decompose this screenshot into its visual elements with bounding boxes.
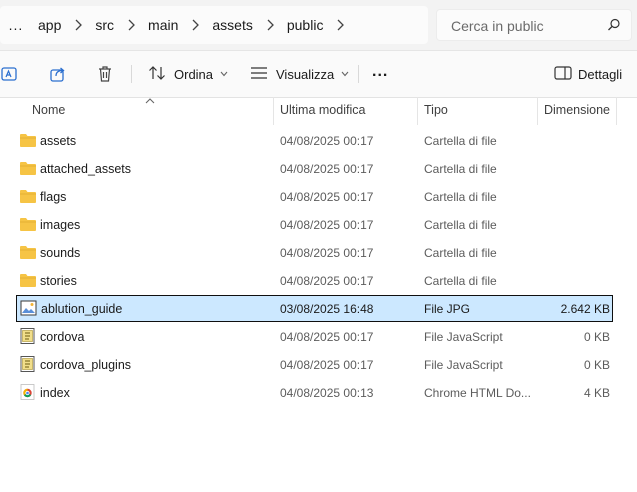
chevron-right-icon[interactable] [261, 19, 279, 31]
breadcrumb-item-main[interactable]: main [140, 17, 186, 33]
address-bar: ... app src main assets public [0, 0, 637, 51]
folder-icon [19, 244, 37, 260]
file-name: attached_assets [40, 162, 132, 176]
file-type: Chrome HTML Do... [424, 386, 531, 400]
file-row[interactable]: cordova_plugins 04/08/2025 00:17 File Ja… [16, 352, 613, 378]
details-pane-icon [554, 65, 572, 83]
sort-icon [148, 65, 166, 84]
file-row[interactable]: sounds 04/08/2025 00:17 Cartella di file [16, 240, 613, 266]
view-button[interactable]: Visualizza [250, 63, 349, 85]
file-name: sounds [40, 246, 81, 260]
file-modified: 04/08/2025 00:17 [280, 330, 374, 344]
file-modified: 04/08/2025 00:17 [280, 218, 374, 232]
file-row[interactable]: assets 04/08/2025 00:17 Cartella di file [16, 128, 613, 154]
javascript-file-icon [19, 328, 37, 344]
folder-icon [19, 272, 37, 288]
view-label: Visualizza [276, 66, 335, 82]
file-size: 0 KB [583, 330, 610, 344]
file-row[interactable]: index 04/08/2025 00:13 Chrome HTML Do...… [16, 380, 613, 406]
folder-icon [19, 132, 37, 148]
sort-button[interactable]: Ordina [148, 63, 228, 85]
toolbar-divider [131, 65, 132, 83]
file-size: 4 KB [583, 386, 610, 400]
file-row[interactable]: cordova 04/08/2025 00:17 File JavaScript… [16, 324, 613, 350]
share-icon[interactable] [48, 64, 68, 84]
column-header-name[interactable]: Nome [32, 103, 65, 117]
file-type: Cartella di file [424, 246, 497, 260]
file-name: cordova [40, 330, 85, 344]
file-name: ablution_guide [41, 302, 123, 316]
more-options-button[interactable]: ... [372, 61, 388, 83]
file-modified: 03/08/2025 16:48 [280, 302, 374, 316]
file-type: Cartella di file [424, 134, 497, 148]
file-name: images [40, 218, 81, 232]
file-type: Cartella di file [424, 274, 497, 288]
column-header-type[interactable]: Tipo [424, 103, 448, 117]
file-row[interactable]: images 04/08/2025 00:17 Cartella di file [16, 212, 613, 238]
chevron-right-icon[interactable] [122, 19, 140, 31]
file-row-selected[interactable]: ablution_guide 03/08/2025 16:48 File JPG… [16, 295, 613, 322]
chevron-right-icon[interactable] [186, 19, 204, 31]
file-modified: 04/08/2025 00:17 [280, 246, 374, 260]
file-type: Cartella di file [424, 218, 497, 232]
file-size: 0 KB [583, 358, 610, 372]
command-bar: Ordina Visualizza ... Dettagli [0, 51, 637, 98]
file-modified: 04/08/2025 00:17 [280, 274, 374, 288]
column-divider[interactable] [273, 97, 274, 125]
file-name: index [40, 386, 70, 400]
file-name: assets [40, 134, 77, 148]
chevron-down-icon [341, 71, 349, 77]
file-row[interactable]: attached_assets 04/08/2025 00:17 Cartell… [16, 156, 613, 182]
breadcrumb-item-src[interactable]: src [87, 17, 122, 33]
chrome-html-icon [19, 384, 37, 400]
column-header-modified[interactable]: Ultima modifica [280, 103, 365, 117]
file-modified: 04/08/2025 00:17 [280, 190, 374, 204]
rename-icon[interactable] [0, 64, 20, 84]
file-type: File JPG [424, 302, 471, 316]
breadcrumb-item-assets[interactable]: assets [204, 17, 260, 33]
column-header-size[interactable]: Dimensione [544, 103, 610, 117]
image-file-icon [20, 300, 38, 316]
file-name: flags [40, 190, 67, 204]
file-type: File JavaScript [424, 358, 503, 372]
details-button[interactable]: Dettagli [554, 63, 622, 85]
breadcrumb[interactable]: ... app src main assets public [0, 6, 428, 44]
file-modified: 04/08/2025 00:13 [280, 386, 374, 400]
folder-icon [19, 160, 37, 176]
sort-ascending-icon [145, 93, 155, 107]
details-label: Dettagli [578, 66, 623, 82]
file-row[interactable]: stories 04/08/2025 00:17 Cartella di fil… [16, 268, 613, 294]
delete-icon[interactable] [95, 64, 115, 84]
folder-icon [19, 188, 37, 204]
breadcrumb-item-public[interactable]: public [279, 17, 332, 33]
folder-icon [19, 216, 37, 232]
chevron-right-icon[interactable] [331, 19, 349, 31]
file-name: cordova_plugins [40, 358, 132, 372]
breadcrumb-item-app[interactable]: app [30, 17, 69, 33]
column-divider[interactable] [616, 97, 617, 125]
breadcrumb-overflow-button[interactable]: ... [0, 17, 30, 33]
column-divider[interactable] [537, 97, 538, 125]
file-row[interactable]: flags 04/08/2025 00:17 Cartella di file [16, 184, 613, 210]
search-icon[interactable] [607, 18, 621, 37]
file-type: Cartella di file [424, 162, 497, 176]
chevron-right-icon[interactable] [69, 19, 87, 31]
toolbar-divider [358, 65, 359, 83]
file-size: 2.642 KB [560, 302, 610, 316]
search-input[interactable] [449, 16, 603, 36]
column-divider[interactable] [417, 97, 418, 125]
search-box[interactable] [436, 9, 632, 41]
file-modified: 04/08/2025 00:17 [280, 134, 374, 148]
javascript-file-icon [19, 356, 37, 372]
file-modified: 04/08/2025 00:17 [280, 358, 374, 372]
column-header: Nome Ultima modifica Tipo Dimensione [0, 97, 637, 125]
sort-label: Ordina [174, 66, 214, 82]
file-type: File JavaScript [424, 330, 503, 344]
file-modified: 04/08/2025 00:17 [280, 162, 374, 176]
view-list-icon [250, 66, 268, 83]
file-type: Cartella di file [424, 190, 497, 204]
chevron-down-icon [220, 71, 228, 77]
file-name: stories [40, 274, 77, 288]
